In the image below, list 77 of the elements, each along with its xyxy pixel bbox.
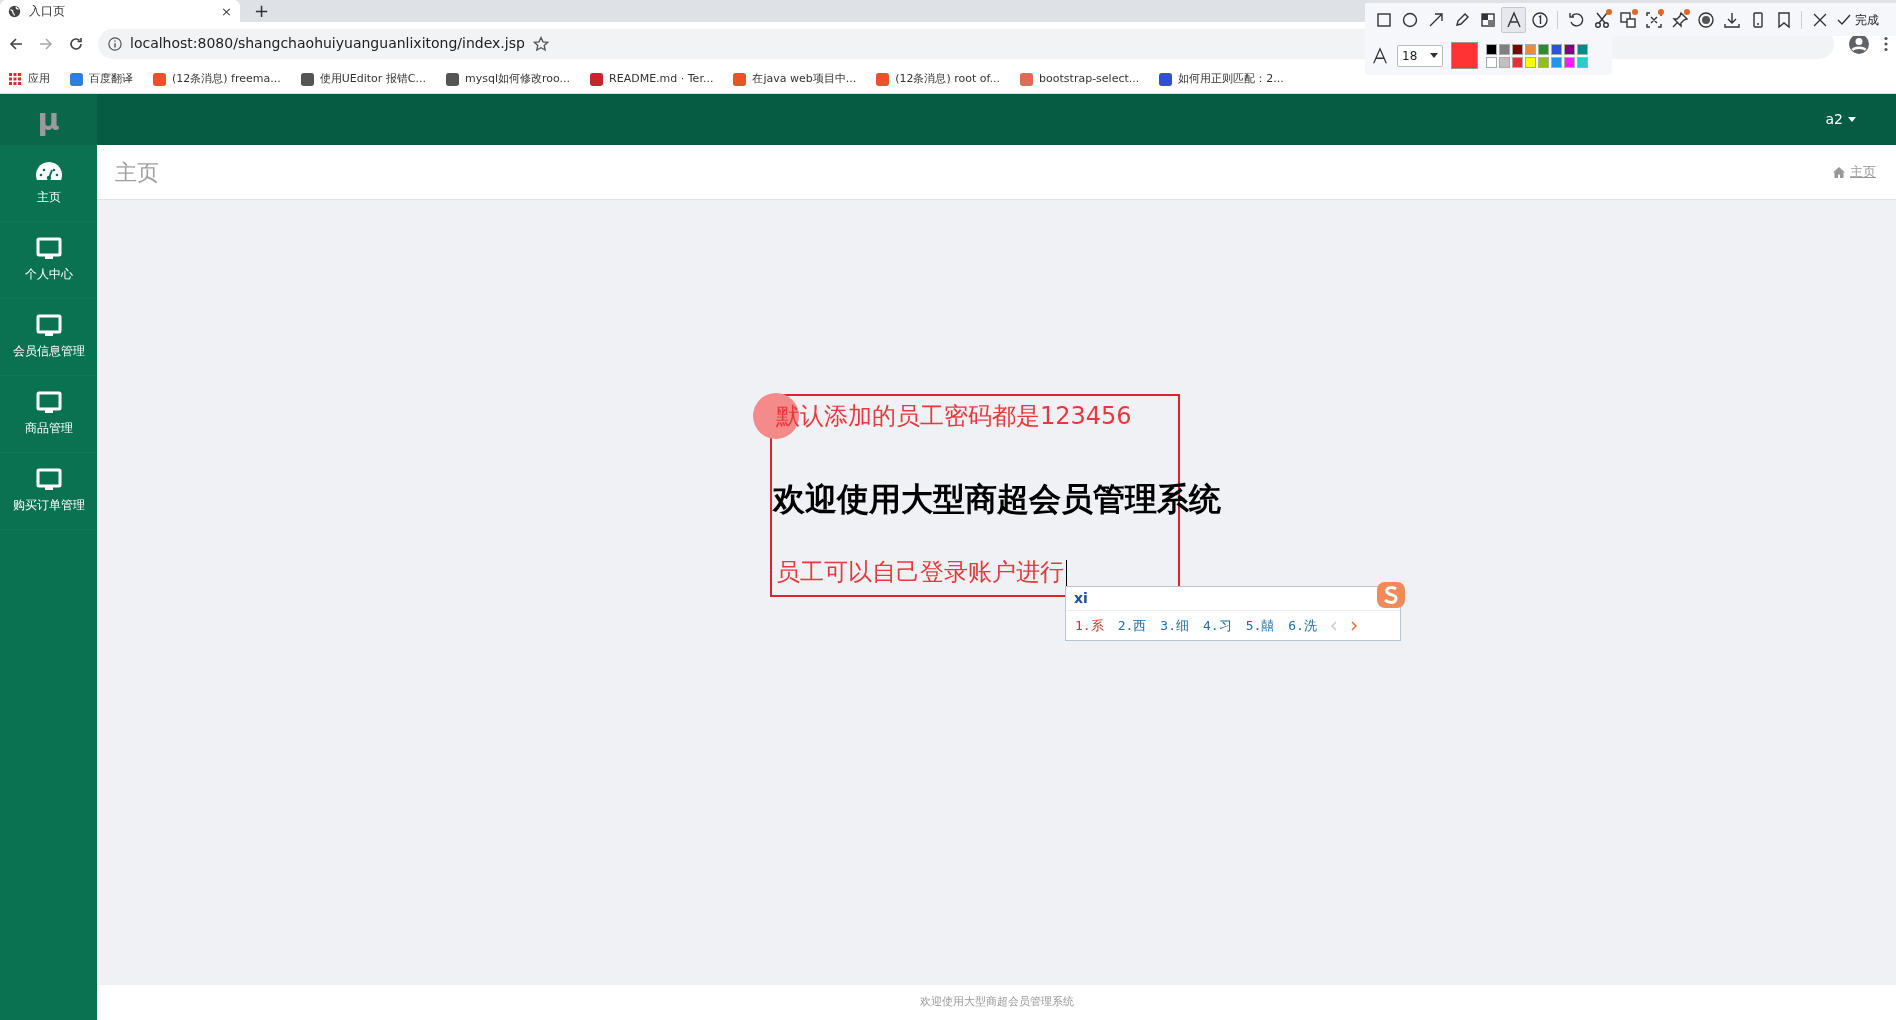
color-swatch[interactable] [1577,43,1588,55]
bookmark-link[interactable]: (12条消息) freema... [153,70,281,88]
pinyin-text: xi [1074,589,1088,608]
address-text: localhost:8080/shangchaohuiyuanguanlixitong/index.jsp [130,34,525,53]
globe-icon [8,4,21,18]
font-size-select[interactable]: 18 [1397,44,1443,67]
footer-text: 欢迎使用大型商超会员管理系统 [97,985,1896,1020]
bookmark-link[interactable]: (12条消息) root of... [876,70,1001,88]
sidebar-item[interactable]: 商品管理 [0,376,97,453]
caret-icon [1430,53,1438,58]
bookmark-link[interactable]: README.md · Ter... [590,70,714,88]
sidebar-item[interactable]: 个人中心 [0,222,97,299]
monitor-icon [34,468,63,492]
bookmark-link[interactable]: bootstrap-select... [1020,70,1140,88]
sidebar-label: 主页 [36,189,61,206]
next-page-icon[interactable] [1350,620,1357,631]
sidebar-label: 会员信息管理 [12,343,85,360]
font-size-icon [1371,46,1389,65]
color-swatch[interactable] [1564,56,1575,68]
ime-candidate[interactable]: 2.西 [1117,615,1147,636]
current-color-swatch[interactable] [1451,42,1478,69]
annotation-text: 员工可以自己登录账户进行 [776,557,1064,588]
ime-candidate[interactable]: 3.细 [1160,615,1189,636]
monitor-icon [34,237,63,261]
ime-candidate[interactable]: 4.习 [1202,615,1232,636]
color-swatch[interactable] [1525,43,1536,55]
tab-title: 入口页 [29,3,66,20]
ime-candidate[interactable]: 5.囍 [1245,615,1275,636]
color-swatch[interactable] [1538,43,1549,55]
sidebar-item[interactable]: 会员信息管理 [0,299,97,376]
sidebar-item[interactable]: 购买订单管理 [0,453,97,530]
page-title: 主页 [115,158,159,187]
translate-icon [1617,9,1638,30]
color-swatch[interactable] [1486,56,1497,68]
menu-icon[interactable] [1884,35,1888,52]
color-swatch[interactable] [1499,56,1510,68]
back-icon[interactable] [8,35,24,52]
color-swatch[interactable] [1538,56,1549,68]
bookmark-link[interactable]: 在java web项目中... [733,70,857,88]
color-swatch[interactable] [1564,43,1575,55]
ocr-icon [1643,9,1664,30]
color-swatch[interactable] [1577,56,1588,68]
bookmark-link[interactable]: 如何用正则匹配：2... [1159,70,1284,88]
tool-button[interactable] [1501,6,1526,33]
user-menu[interactable]: a2 [1825,109,1856,130]
bookmark-link[interactable]: mysql如何修改roo... [446,70,571,88]
bookmark-link[interactable]: 百度翻译 [70,70,133,88]
monitor-icon [34,391,63,415]
color-swatch[interactable] [1551,56,1562,68]
logo: μ [37,101,60,139]
text-cursor [1066,560,1067,588]
color-swatch[interactable] [1551,43,1562,55]
info-icon [108,36,122,51]
sidebar-label: 商品管理 [24,420,73,437]
star-icon[interactable] [532,35,549,52]
ime-candidate[interactable]: 1.系 [1075,615,1104,636]
sidebar-item[interactable]: 主页 [0,145,97,222]
done-button[interactable]: 完成 [1834,10,1881,29]
sidebar-label: 购买订单管理 [12,497,85,514]
color-swatch[interactable] [1486,43,1497,55]
caret-icon [1848,117,1856,122]
new-tab-button[interactable]: + [254,2,270,20]
tab-close-button[interactable]: × [221,4,232,18]
color-swatch[interactable] [1512,56,1523,68]
sidebar-label: 个人中心 [24,266,73,283]
reload-icon[interactable] [68,35,84,52]
ime-candidate[interactable]: 6.洗 [1288,615,1317,636]
color-swatch[interactable] [1525,56,1536,68]
bookmark-link[interactable]: 应用 [8,70,50,88]
bookmark-link[interactable]: 使用UEditor 报错C... [300,70,426,88]
home-icon [1833,166,1845,178]
number-marker-icon [1529,9,1550,30]
color-swatch[interactable] [1499,43,1510,55]
monitor-icon [34,314,63,338]
record-icon [1695,9,1716,30]
color-swatch[interactable] [1512,43,1523,55]
browser-tab[interactable]: 入口页 × [0,0,240,22]
